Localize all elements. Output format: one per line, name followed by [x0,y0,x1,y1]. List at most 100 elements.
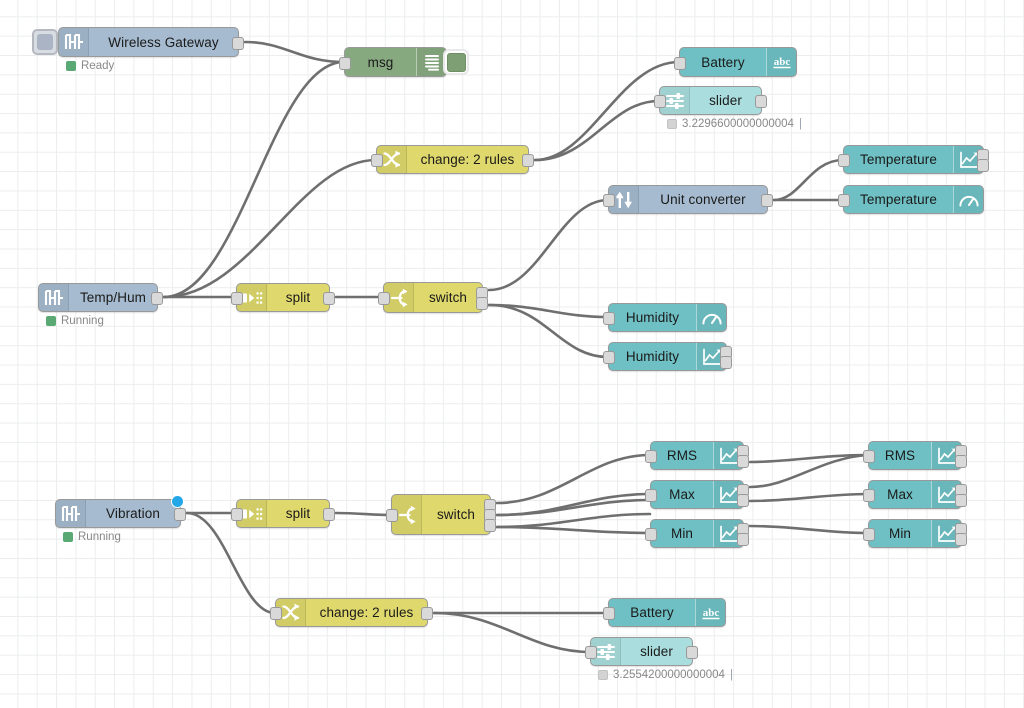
status-text: Ready [81,60,115,72]
node-input-port[interactable] [645,489,657,502]
node-min-chart-left[interactable]: Min [645,519,749,548]
node-output-port[interactable] [955,454,967,468]
node-slider-bottom[interactable]: slider [585,637,698,666]
node-output-port[interactable] [977,158,989,172]
node-input-port[interactable] [863,528,875,541]
node-label: Unit converter [660,192,746,207]
node-unit-converter[interactable]: Unit converter [603,185,773,214]
node-output-port[interactable] [151,292,163,305]
node-input-port[interactable] [270,607,282,620]
node-label: Humidity [625,310,680,325]
node-output-port[interactable] [737,493,749,507]
node-output-port[interactable] [323,292,335,305]
node-input-port[interactable] [378,292,390,305]
node-status: Running [63,531,121,543]
inject-toggle-inner [37,34,53,50]
node-temperature-chart[interactable]: Temperature [838,145,989,174]
node-change-top[interactable]: change: 2 rules [371,145,534,174]
node-output-port[interactable] [955,493,967,507]
node-input-port[interactable] [838,154,850,167]
node-label: Humidity [625,349,680,364]
node-input-port[interactable] [838,194,850,207]
node-input-port[interactable] [371,154,383,167]
status-text: 3.2296600000000004 [682,118,794,130]
node-switch-bottom[interactable]: switch [386,494,496,535]
node-output-port[interactable] [484,519,496,533]
node-status: 3.2296600000000004 | [667,118,802,130]
node-output-port[interactable] [522,154,534,167]
node-split-bottom[interactable]: split [231,499,335,528]
node-output-port[interactable] [737,532,749,546]
node-output-port[interactable] [737,454,749,468]
node-input-port[interactable] [231,508,243,521]
node-max-chart-left[interactable]: Max [645,480,749,509]
status-dot-icon [66,61,76,71]
node-input-port[interactable] [603,194,615,207]
node-label: slider [709,93,742,108]
node-input-port[interactable] [674,56,686,70]
node-input-port[interactable] [585,646,597,659]
node-input-port[interactable] [645,450,657,463]
node-output-port[interactable] [686,646,698,659]
mqtt-signal-icon [39,284,69,311]
node-output-port[interactable] [755,95,767,108]
node-rms-chart-right[interactable]: RMS [863,441,967,470]
node-output-port[interactable] [761,194,773,207]
node-output-port[interactable] [232,36,244,50]
node-output-port[interactable] [955,532,967,546]
node-output-port[interactable] [174,508,186,521]
inject-toggle-button[interactable] [32,29,58,55]
node-slider-top[interactable]: slider [654,86,767,115]
node-output-port[interactable] [476,297,488,311]
node-input-port[interactable] [863,450,875,463]
node-label: Min [888,526,912,541]
node-split-top[interactable]: split [231,283,335,312]
node-output-port[interactable] [421,607,433,620]
status-cursor: | [798,118,802,130]
node-label: slider [640,644,673,659]
status-text: Running [78,531,121,543]
node-label: Battery [630,605,674,620]
node-input-port[interactable] [339,56,351,70]
node-change-bottom[interactable]: change: 2 rules [270,598,433,627]
node-min-chart-right[interactable]: Min [863,519,967,548]
node-label: Temperature [860,152,937,167]
node-battery-text-bottom[interactable]: Battery abc [603,598,726,627]
status-dot-icon [46,316,56,326]
gauge-icon [953,186,983,213]
node-input-port[interactable] [603,312,615,325]
node-vibration[interactable]: Vibration [55,495,186,528]
status-dot-icon [63,532,73,542]
node-debug-msg[interactable]: msg [339,47,447,77]
node-switch-top[interactable]: switch [378,282,488,313]
node-status: 3.2554200000000004 | [598,669,733,681]
node-label: Wireless Gateway [108,34,219,50]
mqtt-signal-icon [56,500,86,527]
flow-editor-canvas[interactable]: Wireless Gateway Ready msg Battery abc sli… [0,0,1024,708]
node-label: switch [436,507,476,522]
node-temperature-gauge[interactable]: Temperature [838,185,984,214]
node-output-port[interactable] [323,508,335,521]
node-label: Vibration [106,506,160,521]
node-input-port[interactable] [645,528,657,541]
node-humidity-chart[interactable]: Humidity [603,342,732,371]
node-output-port[interactable] [720,355,732,369]
node-input-port[interactable] [863,489,875,502]
node-max-chart-right[interactable]: Max [863,480,967,509]
status-text: Running [61,315,104,327]
node-input-port[interactable] [231,292,243,305]
debug-enable-button[interactable] [443,49,469,75]
abc-text-icon: abc [695,599,725,626]
node-rms-chart-left[interactable]: RMS [645,441,749,470]
node-label: switch [428,290,468,305]
node-wireless-gateway[interactable]: Wireless Gateway [58,27,244,57]
node-battery-text-top[interactable]: Battery abc [674,47,797,77]
node-label: change: 2 rules [319,605,414,620]
node-input-port[interactable] [603,351,615,364]
node-input-port[interactable] [654,95,666,108]
node-input-port[interactable] [603,607,615,620]
node-label: RMS [884,448,916,463]
node-temp-hum[interactable]: Temp/Hum [38,283,163,312]
node-input-port[interactable] [386,509,398,522]
node-humidity-gauge[interactable]: Humidity [603,303,727,332]
